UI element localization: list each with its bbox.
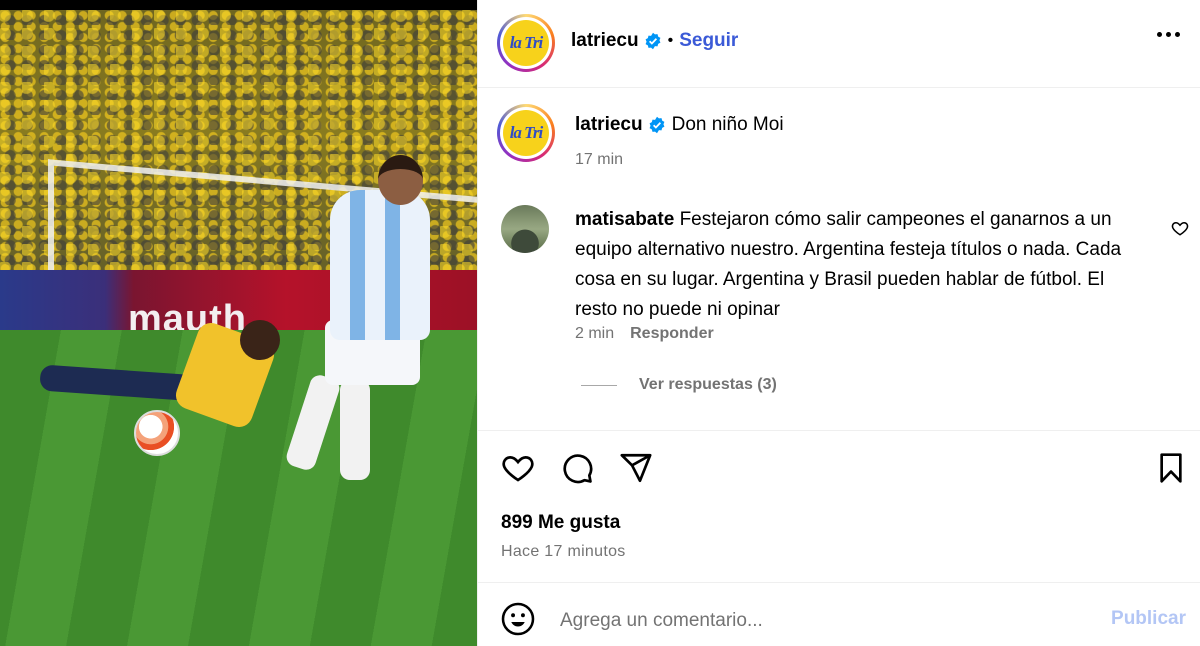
caption-username[interactable]: latriecu: [575, 114, 643, 136]
save-button[interactable]: [1153, 450, 1189, 486]
share-button[interactable]: [618, 450, 654, 486]
brand-logo: la Tri: [503, 110, 549, 156]
comment-body: matisabate Festejaron cómo salir campeon…: [575, 205, 1135, 325]
header-avatar[interactable]: la Tri: [497, 14, 555, 72]
reply-button[interactable]: Responder: [630, 325, 714, 343]
send-icon: [620, 453, 652, 483]
post-timestamp[interactable]: Hace 17 minutos: [501, 543, 626, 561]
photo-player-white: [330, 190, 430, 340]
publish-button[interactable]: Publicar: [1111, 608, 1186, 630]
post-details-panel: la Tri latriecu • Seguir la Tri latriecu…: [477, 0, 1200, 646]
photo-player-white-head: [378, 155, 423, 205]
emoji-button[interactable]: [500, 601, 536, 637]
brand-logo: la Tri: [503, 20, 549, 66]
comment-box-divider: [478, 582, 1200, 583]
comment-meta-row: 2 min Responder: [575, 325, 714, 343]
post-photo[interactable]: mauth: [0, 0, 477, 646]
photo-ball: [134, 410, 180, 456]
comment-time[interactable]: 2 min: [575, 325, 614, 343]
comment-button[interactable]: [559, 450, 595, 486]
photo-player-white-leg: [340, 380, 370, 480]
header-username[interactable]: latriecu: [571, 30, 639, 52]
likes-count[interactable]: 899 Me gusta: [501, 512, 620, 534]
caption-time[interactable]: 17 min: [575, 151, 623, 169]
actions-divider: [478, 430, 1200, 431]
caption-avatar[interactable]: la Tri: [497, 104, 555, 162]
replies-line: [581, 385, 617, 386]
comment-icon: [563, 454, 593, 484]
comment-input[interactable]: [560, 606, 1080, 636]
photo-top-edge: [0, 0, 477, 10]
post-modal: mauth la Tri latriecu • Seguir la Tri la…: [0, 0, 1200, 646]
view-replies-button[interactable]: Ver respuestas (3): [639, 376, 777, 394]
header-divider: [478, 87, 1200, 88]
follow-button[interactable]: Seguir: [679, 30, 738, 52]
comment-username[interactable]: matisabate: [575, 209, 674, 230]
bookmark-icon: [1160, 453, 1182, 483]
comment-like-heart-icon[interactable]: [1171, 219, 1189, 237]
caption-row: latriecu Don niño Moi: [575, 114, 784, 136]
header-user-row: latriecu • Seguir: [571, 30, 738, 52]
verified-badge-icon: [645, 32, 661, 50]
like-button[interactable]: [500, 450, 536, 486]
verified-badge-icon: [649, 116, 665, 134]
separator-dot: •: [667, 32, 674, 49]
photo-player-yellow-head: [240, 320, 280, 360]
heart-icon: [502, 456, 534, 482]
commenter-avatar[interactable]: [501, 205, 549, 253]
more-horizontal-icon[interactable]: [1157, 32, 1180, 37]
emoji-icon: [501, 602, 535, 636]
caption-text: Don niño Moi: [671, 114, 784, 135]
